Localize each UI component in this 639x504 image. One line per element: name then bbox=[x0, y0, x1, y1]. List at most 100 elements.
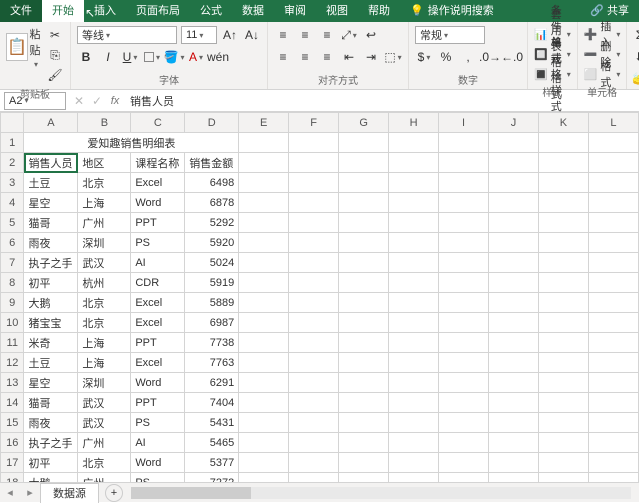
cell[interactable] bbox=[538, 333, 588, 353]
cut-button[interactable]: ✂ bbox=[46, 26, 64, 44]
fx-icon[interactable]: fx bbox=[106, 95, 124, 107]
cell[interactable] bbox=[339, 133, 389, 153]
cell[interactable] bbox=[239, 413, 289, 433]
header-cell[interactable]: 销售人员 bbox=[24, 153, 78, 173]
align-center-button[interactable]: ≡ bbox=[296, 48, 314, 66]
cell[interactable]: PS bbox=[131, 413, 185, 433]
cell[interactable] bbox=[538, 173, 588, 193]
cell[interactable]: 武汉 bbox=[78, 393, 131, 413]
row-header[interactable]: 4 bbox=[1, 193, 24, 213]
cell[interactable] bbox=[439, 233, 489, 253]
cell[interactable] bbox=[389, 393, 439, 413]
cell[interactable]: 5920 bbox=[185, 233, 239, 253]
cell[interactable] bbox=[588, 253, 638, 273]
cell[interactable]: PS bbox=[131, 473, 185, 483]
cell[interactable] bbox=[289, 133, 339, 153]
cell[interactable] bbox=[489, 253, 539, 273]
row-header[interactable]: 17 bbox=[1, 453, 24, 473]
cell[interactable] bbox=[389, 233, 439, 253]
tab-help[interactable]: 帮助 bbox=[358, 0, 400, 22]
col-header-L[interactable]: L bbox=[588, 113, 638, 133]
cell[interactable] bbox=[239, 193, 289, 213]
cell[interactable]: 5377 bbox=[185, 453, 239, 473]
currency-button[interactable]: $ bbox=[415, 48, 433, 66]
cell[interactable] bbox=[489, 233, 539, 253]
decrease-font-button[interactable]: A↓ bbox=[243, 26, 261, 44]
cell[interactable] bbox=[538, 253, 588, 273]
wrap-button[interactable]: ↩ bbox=[362, 26, 380, 44]
font-size-select[interactable]: 11 bbox=[181, 26, 217, 44]
align-right-button[interactable]: ≡ bbox=[318, 48, 336, 66]
cell[interactable] bbox=[439, 193, 489, 213]
cell[interactable]: Word bbox=[131, 453, 185, 473]
cell[interactable]: CDR bbox=[131, 273, 185, 293]
cell[interactable] bbox=[439, 213, 489, 233]
cell[interactable] bbox=[538, 233, 588, 253]
cell[interactable] bbox=[239, 213, 289, 233]
cell[interactable]: 深圳 bbox=[78, 373, 131, 393]
cell[interactable]: 上海 bbox=[78, 353, 131, 373]
cell[interactable]: PPT bbox=[131, 393, 185, 413]
cell-styles-button[interactable]: 🔳 单元格样式 bbox=[534, 66, 571, 82]
tab-insert[interactable]: 插入 bbox=[84, 0, 126, 22]
cell[interactable]: PPT bbox=[131, 333, 185, 353]
row-header[interactable]: 7 bbox=[1, 253, 24, 273]
col-header-J[interactable]: J bbox=[489, 113, 539, 133]
cell[interactable] bbox=[538, 413, 588, 433]
cell[interactable] bbox=[489, 273, 539, 293]
row-header[interactable]: 8 bbox=[1, 273, 24, 293]
cell[interactable] bbox=[439, 333, 489, 353]
cell[interactable] bbox=[588, 153, 638, 173]
cell[interactable] bbox=[489, 433, 539, 453]
cell[interactable]: 执子之手 bbox=[24, 433, 78, 453]
worksheet-grid[interactable]: ABCDEFGHIJKL1爱知趣销售明细表2销售人员地区课程名称销售金额3土豆北… bbox=[0, 112, 639, 482]
cell[interactable] bbox=[289, 213, 339, 233]
cell[interactable] bbox=[339, 373, 389, 393]
row-header[interactable]: 10 bbox=[1, 313, 24, 333]
inc-decimal-button[interactable]: .0→ bbox=[481, 48, 499, 66]
cell[interactable] bbox=[439, 133, 489, 153]
cell[interactable] bbox=[389, 453, 439, 473]
cell[interactable] bbox=[339, 293, 389, 313]
sheet-nav[interactable]: ◂▸ bbox=[0, 486, 40, 499]
cell[interactable] bbox=[289, 333, 339, 353]
cell[interactable] bbox=[239, 453, 289, 473]
cell[interactable] bbox=[439, 313, 489, 333]
cell[interactable] bbox=[289, 173, 339, 193]
cell[interactable]: 5292 bbox=[185, 213, 239, 233]
row-header[interactable]: 6 bbox=[1, 233, 24, 253]
cell[interactable]: 星空 bbox=[24, 193, 78, 213]
cell[interactable] bbox=[588, 453, 638, 473]
cell[interactable] bbox=[489, 293, 539, 313]
cell[interactable]: 米奇 bbox=[24, 333, 78, 353]
cell[interactable]: 6498 bbox=[185, 173, 239, 193]
cell[interactable]: 北京 bbox=[78, 293, 131, 313]
cell[interactable] bbox=[339, 253, 389, 273]
cell[interactable] bbox=[389, 193, 439, 213]
tab-layout[interactable]: 页面布局 bbox=[126, 0, 190, 22]
cell[interactable]: 大鹅 bbox=[24, 293, 78, 313]
cell[interactable] bbox=[239, 253, 289, 273]
cell[interactable] bbox=[588, 233, 638, 253]
indent-dec-button[interactable]: ⇤ bbox=[340, 48, 358, 66]
enter-icon[interactable]: ✓ bbox=[88, 92, 106, 110]
merge-button[interactable]: ⬚ bbox=[384, 48, 402, 66]
increase-font-button[interactable]: A↑ bbox=[221, 26, 239, 44]
cell[interactable] bbox=[588, 413, 638, 433]
align-middle-button[interactable]: ≡ bbox=[296, 26, 314, 44]
cell[interactable]: 土豆 bbox=[24, 353, 78, 373]
row-header[interactable]: 16 bbox=[1, 433, 24, 453]
cell[interactable] bbox=[489, 393, 539, 413]
cell[interactable] bbox=[239, 433, 289, 453]
cell[interactable]: 7738 bbox=[185, 333, 239, 353]
cell[interactable] bbox=[489, 453, 539, 473]
cell[interactable] bbox=[289, 313, 339, 333]
orientation-button[interactable]: ⤢ bbox=[340, 26, 358, 44]
cell[interactable] bbox=[588, 353, 638, 373]
cell[interactable] bbox=[339, 233, 389, 253]
cell[interactable] bbox=[239, 133, 289, 153]
cell[interactable]: PS bbox=[131, 233, 185, 253]
cell[interactable] bbox=[489, 153, 539, 173]
cell[interactable] bbox=[289, 473, 339, 483]
cell[interactable]: 初平 bbox=[24, 453, 78, 473]
